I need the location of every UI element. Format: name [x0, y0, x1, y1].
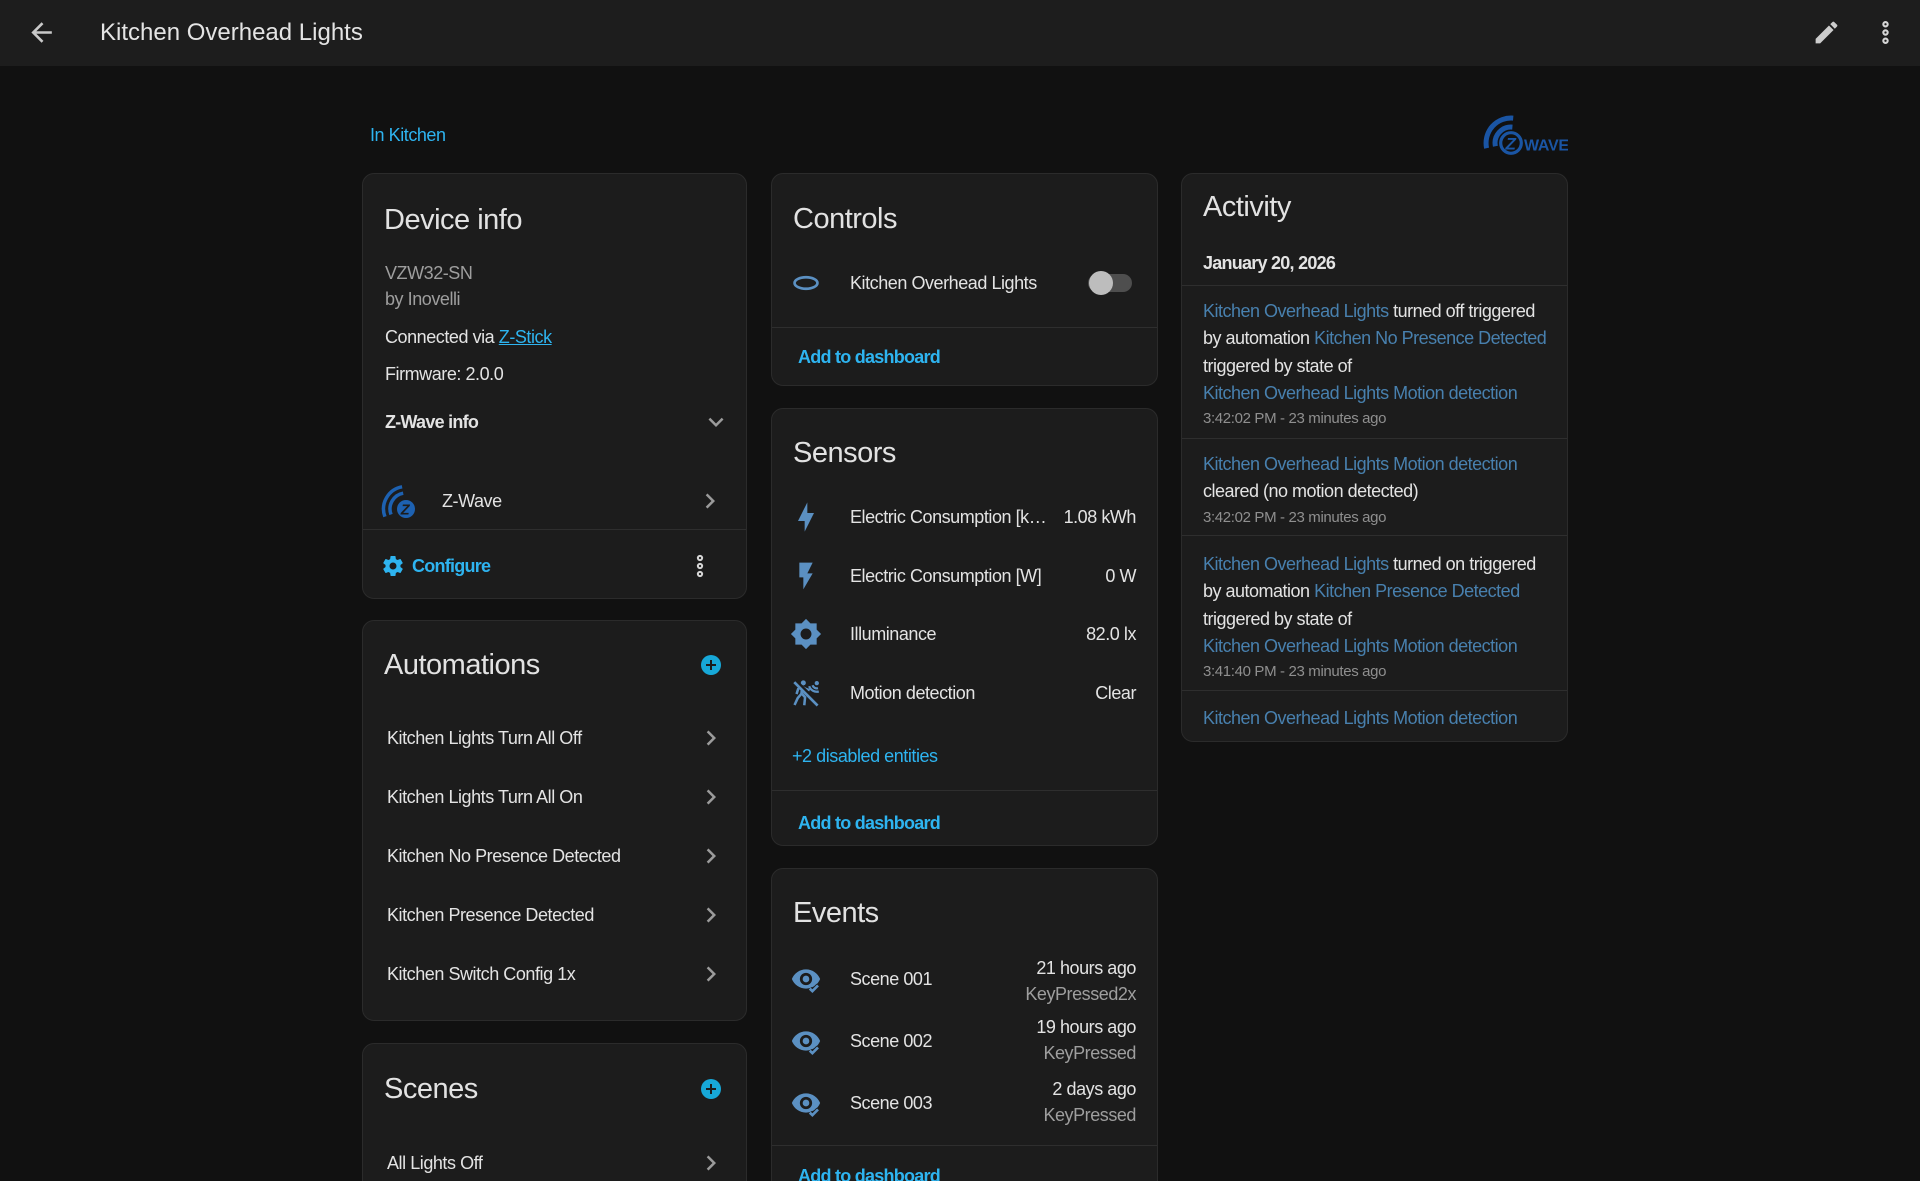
svg-text:WAVE: WAVE [1524, 138, 1568, 155]
svg-text:Z: Z [1505, 135, 1517, 154]
svg-text:Z: Z [400, 503, 411, 519]
